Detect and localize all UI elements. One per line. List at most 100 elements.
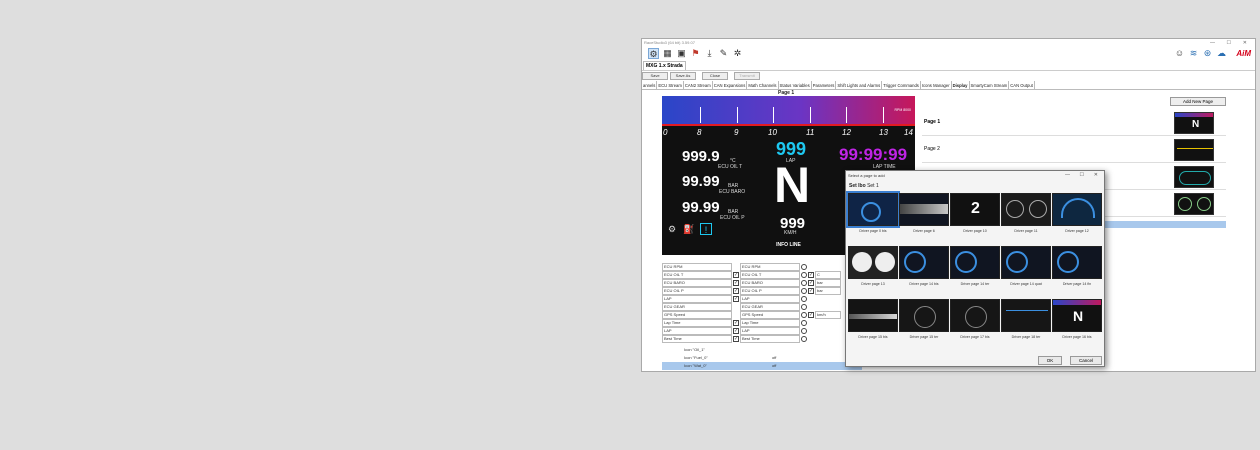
checkbox[interactable]: ✓ — [808, 312, 814, 318]
save-as-button[interactable]: Save As — [670, 72, 696, 80]
tab-ecu-stream[interactable]: ECU Stream — [657, 81, 684, 89]
wifi-icon[interactable]: ≋ — [1188, 48, 1199, 59]
minimize-button[interactable]: — — [1210, 39, 1215, 47]
page-thumbnail[interactable]: N — [1174, 112, 1214, 134]
circle-icon[interactable] — [801, 336, 807, 342]
page-template[interactable]: Driver page 11 — [1001, 193, 1051, 243]
grid-cell-src[interactable]: GPS Speed — [740, 311, 800, 319]
grid-cell-unit[interactable]: bar — [815, 287, 841, 295]
ok-button[interactable]: OK — [1038, 356, 1062, 365]
table-row[interactable]: ECU RPM ECU RPM — [662, 263, 862, 271]
device-icon[interactable]: ⚙ — [648, 48, 659, 59]
page-template[interactable]: Driver page 14 bis — [899, 246, 949, 296]
page-template[interactable]: Driver page 18 ter — [1001, 299, 1051, 349]
page-template[interactable]: Driver page 12 — [1052, 193, 1102, 243]
checkbox[interactable]: ✓ — [733, 320, 739, 326]
grid-cell-name[interactable]: ECU RPM — [662, 263, 732, 271]
template-thumbnail[interactable] — [1001, 299, 1051, 332]
table-row[interactable]: ECU GEAR ECU GEAR — [662, 303, 862, 311]
template-thumbnail[interactable] — [1001, 246, 1051, 279]
template-thumbnail[interactable] — [899, 246, 949, 279]
table-row[interactable]: Best Time ✓ Best Time — [662, 335, 862, 343]
icon-row-value[interactable]: off — [772, 354, 776, 362]
grid-cell-unit[interactable]: bar — [815, 279, 841, 287]
icon-row[interactable]: Icon "Oil_1" — [662, 346, 862, 354]
table-row[interactable]: ECU OIL T ✓ ECU OIL T ✓ C — [662, 271, 862, 279]
grid-cell-name[interactable]: ECU OIL T — [662, 271, 732, 279]
dialog-minimize-icon[interactable]: — — [1065, 172, 1070, 178]
template-thumbnail[interactable] — [1052, 193, 1102, 226]
checkbox[interactable]: ✓ — [733, 272, 739, 278]
download-icon[interactable]: ⤓ — [704, 48, 715, 59]
grid-cell-src[interactable]: Best Time — [740, 335, 800, 343]
page-template[interactable]: Driver page 14 fin — [1052, 246, 1102, 296]
page-template[interactable]: 2 Driver page 10 — [950, 193, 1000, 243]
grid-cell-name[interactable]: ECU GEAR — [662, 303, 732, 311]
table-row[interactable]: Lap Time ✓ Lap Time — [662, 319, 862, 327]
transmit-button[interactable]: Transmit — [734, 72, 760, 80]
table-row[interactable]: ECU BARO ✓ ECU BARO ✓ bar — [662, 279, 862, 287]
set-value[interactable]: Set 1 — [867, 183, 879, 189]
checkbox[interactable]: ✓ — [733, 288, 739, 294]
page-template[interactable]: Driver page 14 ter — [950, 246, 1000, 296]
close-button[interactable]: ✕ — [1243, 39, 1247, 47]
tab-math-channels[interactable]: Math Channels — [747, 81, 779, 89]
page-row[interactable]: Page 2 — [922, 137, 1226, 163]
circle-icon[interactable] — [801, 320, 807, 326]
template-thumbnail[interactable] — [848, 299, 898, 332]
table-row[interactable]: LAP ✓ LAP — [662, 327, 862, 335]
grid-cell-name[interactable]: Best Time — [662, 335, 732, 343]
cloud-icon[interactable]: ☁ — [1216, 48, 1227, 59]
settings-icon[interactable]: ✲ — [732, 48, 743, 59]
doc-tab[interactable]: MXG 1.x Strada — [643, 61, 686, 70]
circle-icon[interactable] — [801, 328, 807, 334]
checkbox[interactable]: ✓ — [808, 272, 814, 278]
page-template[interactable]: Driver page 0 bis — [846, 191, 900, 243]
circle-icon[interactable] — [801, 264, 807, 270]
page-template[interactable]: Driver page 15 ter — [899, 299, 949, 349]
grid-cell-name[interactable]: Lap Time — [662, 319, 732, 327]
tab-shift-lights[interactable]: Shift Lights and Alarms — [836, 81, 883, 89]
circle-icon[interactable] — [801, 296, 807, 302]
checkbox[interactable]: ✓ — [808, 280, 814, 286]
tab-can-expansions[interactable]: CAN Expansions — [713, 81, 748, 89]
set-selector[interactable]: Set lbo Set 1 — [849, 183, 879, 189]
tab-display[interactable]: Display — [952, 81, 970, 89]
template-thumbnail[interactable] — [1001, 193, 1051, 226]
tab-smartycam-stream[interactable]: SmartyCam Stream — [970, 81, 1010, 89]
grid-cell-src[interactable]: LAP — [740, 295, 800, 303]
network-icon[interactable]: ⊛ — [1202, 48, 1213, 59]
maximize-button[interactable]: ☐ — [1227, 39, 1231, 47]
page-template[interactable]: Driver page 6 — [899, 193, 949, 243]
circle-icon[interactable] — [801, 304, 807, 310]
grid-cell-src[interactable]: ECU GEAR — [740, 303, 800, 311]
checkbox[interactable]: ✓ — [808, 288, 814, 294]
grid-cell-name[interactable]: ECU BARO — [662, 279, 732, 287]
user-icon[interactable]: ☺ — [1174, 48, 1185, 59]
checkbox[interactable]: ✓ — [733, 296, 739, 302]
grid-cell-src[interactable]: LAP — [740, 327, 800, 335]
grid-cell-src[interactable]: ECU OIL P — [740, 287, 800, 295]
grid-cell-src[interactable]: ECU OIL T — [740, 271, 800, 279]
tab-channels[interactable]: annels — [642, 81, 658, 89]
circle-icon[interactable] — [801, 312, 807, 318]
template-thumbnail[interactable] — [950, 246, 1000, 279]
tab-icons-manager[interactable]: Icons Manager — [921, 81, 952, 89]
circle-icon[interactable] — [801, 280, 807, 286]
tab-parameters[interactable]: Parameters — [812, 81, 837, 89]
page-thumbnail[interactable] — [1174, 139, 1214, 161]
page-template[interactable]: Driver page 17 bis — [950, 299, 1000, 349]
save-button[interactable]: Save — [642, 72, 668, 80]
table-row[interactable]: LAP ✓ LAP — [662, 295, 862, 303]
table-row[interactable]: GPS Speed GPS Speed ✓ km/h — [662, 311, 862, 319]
dialog-maximize-icon[interactable]: ☐ — [1080, 172, 1084, 178]
grid-cell-name[interactable]: GPS Speed — [662, 311, 732, 319]
grid-cell-name[interactable]: LAP — [662, 295, 732, 303]
page-template[interactable]: N Driver page 16 bis — [1052, 299, 1102, 349]
template-thumbnail[interactable] — [899, 299, 949, 332]
alert-icon[interactable]: ⚑ — [690, 48, 701, 59]
checkbox[interactable]: ✓ — [733, 280, 739, 286]
circle-icon[interactable] — [801, 272, 807, 278]
template-thumbnail[interactable]: 2 — [950, 193, 1000, 226]
tab-can2-stream[interactable]: CAN2 Stream — [684, 81, 713, 89]
